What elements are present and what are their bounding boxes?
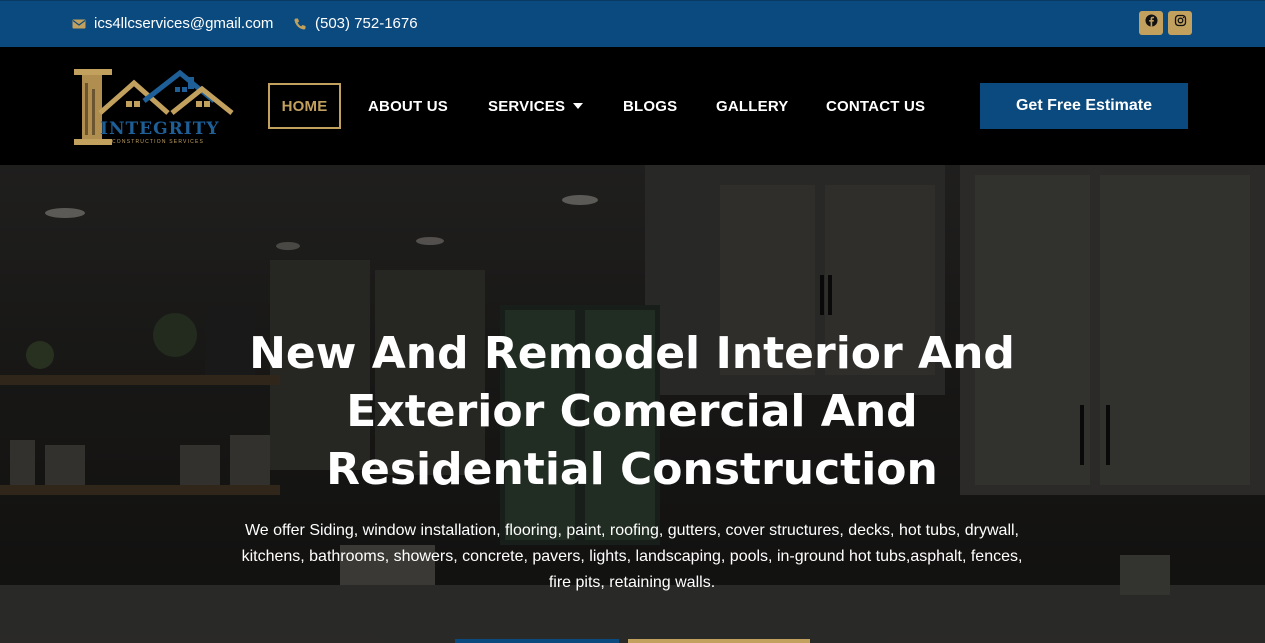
facebook-button[interactable] <box>1139 11 1163 35</box>
facebook-icon <box>1145 14 1158 32</box>
nav-about-us[interactable]: ABOUT US <box>368 83 448 129</box>
hero-secondary-button[interactable] <box>628 639 810 643</box>
logo-tagline: CONSTRUCTION SERVICES <box>112 139 205 145</box>
site-logo[interactable]: INTEGRITY CONSTRUCTION SERVICES <box>72 67 234 149</box>
email-text: ics4llcservices@gmail.com <box>94 15 274 32</box>
nav-home[interactable]: HOME <box>268 83 341 129</box>
instagram-button[interactable] <box>1168 11 1192 35</box>
envelope-icon <box>72 17 86 31</box>
nav-blogs[interactable]: BLOGS <box>623 83 677 129</box>
hero-title: New And Remodel Interior And Exterior Co… <box>249 328 1015 495</box>
nav-gallery-label: GALLERY <box>716 97 789 115</box>
hero-description: We offer Siding, window installation, fl… <box>241 522 1023 591</box>
instagram-icon <box>1174 14 1187 32</box>
nav-services-label: SERVICES <box>488 97 566 115</box>
phone-text: (503) 752-1676 <box>315 15 418 32</box>
email-link[interactable]: ics4llcservices@gmail.com <box>72 15 273 32</box>
nav-services[interactable]: SERVICES <box>488 83 584 129</box>
logo-wordmark: INTEGRITY <box>100 119 220 139</box>
phone-icon <box>293 17 307 31</box>
hero-section: New And Remodel Interior And Exterior Co… <box>0 165 1265 643</box>
top-bar: ics4llcservices@gmail.com (503) 752-1676 <box>0 0 1265 47</box>
nav-about-us-label: ABOUT US <box>368 97 448 115</box>
nav-gallery[interactable]: GALLERY <box>716 83 789 129</box>
site-header: INTEGRITY CONSTRUCTION SERVICES HOME ABO… <box>0 47 1265 165</box>
hero-primary-button[interactable] <box>455 639 619 643</box>
chevron-down-icon <box>573 103 584 109</box>
get-free-estimate-label: Get Free Estimate <box>1015 97 1153 114</box>
nav-blogs-label: BLOGS <box>623 97 678 115</box>
phone-link[interactable]: (503) 752-1676 <box>293 15 418 32</box>
get-free-estimate-button[interactable]: Get Free Estimate <box>980 83 1188 129</box>
nav-contact-us[interactable]: CONTACT US <box>826 83 925 129</box>
nav-home-label: HOME <box>281 97 328 115</box>
nav-contact-us-label: CONTACT US <box>826 97 926 115</box>
